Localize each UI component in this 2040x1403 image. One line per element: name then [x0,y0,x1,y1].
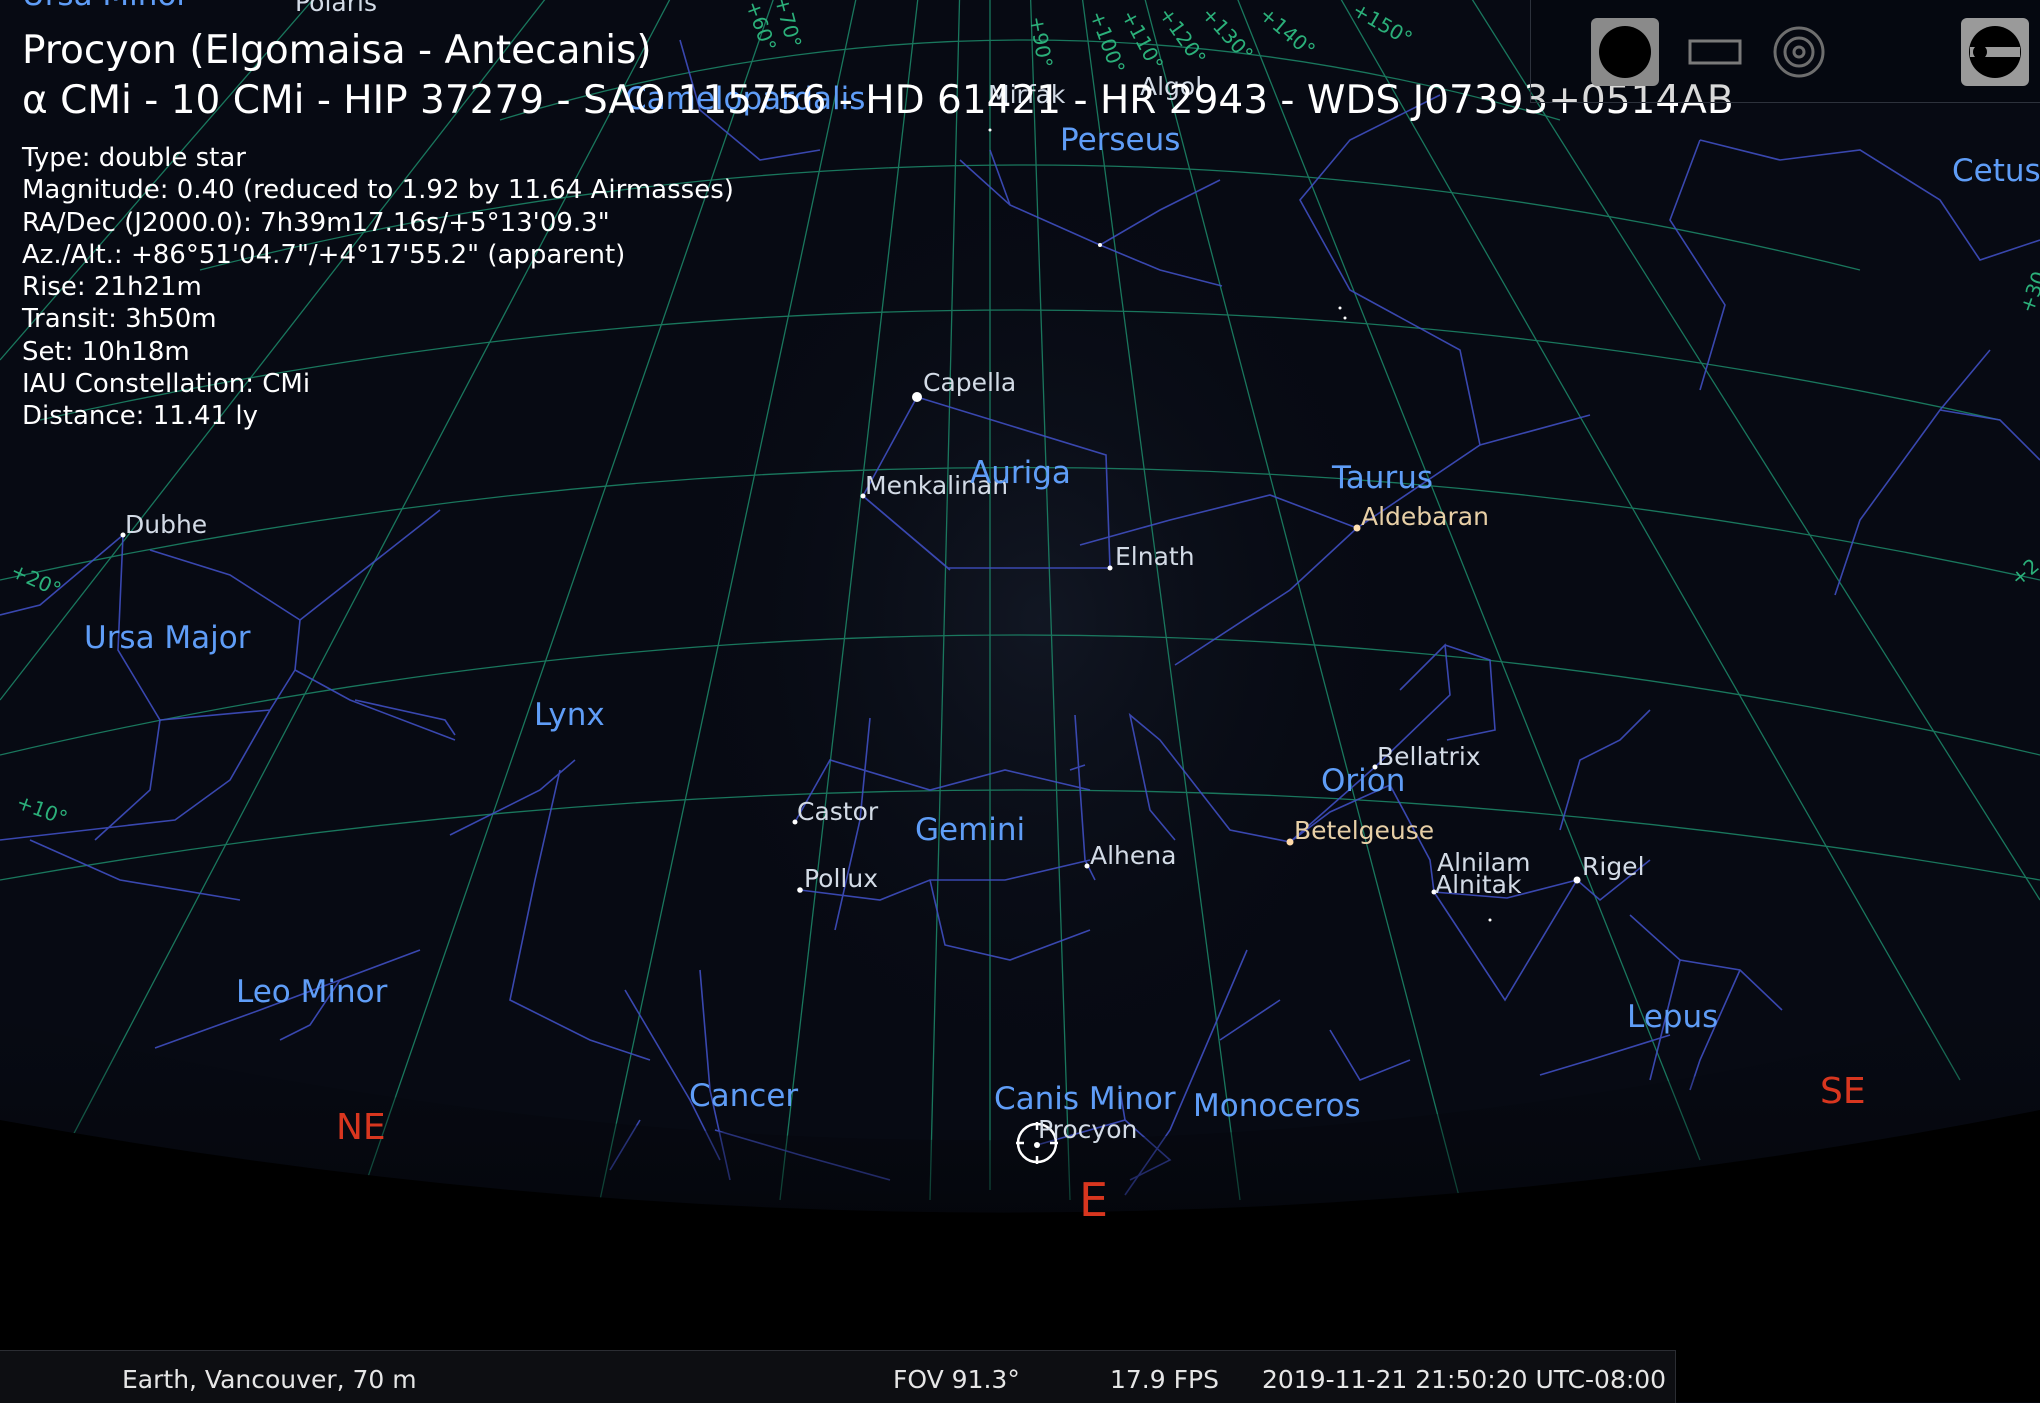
object-ra-dec: RA/Dec (J2000.0): 7h39m17.16s/+5°13'09.3… [22,207,610,238]
location-readout[interactable]: Earth, Vancouver, 70 m [122,1365,417,1394]
object-info-panel: Procyon (Elgomaisa - Antecanis) α CMi - … [22,26,1734,433]
constellation-label-canis-minor[interactable]: Canis Minor [994,1084,1176,1115]
star-pollux[interactable] [797,887,803,893]
fps-readout: 17.9 FPS [1110,1365,1219,1394]
constellation-label-gemini[interactable]: Gemini [915,815,1025,846]
constellation-label-monoceros[interactable]: Monoceros [1193,1091,1361,1122]
plugin-toolbar [1530,0,2040,103]
constellation-label-cetus[interactable]: Cetus [1952,156,2040,187]
constellation-label-auriga[interactable]: Auriga [970,458,1071,489]
object-constellation: IAU Constellation: CMi [22,369,311,400]
constellation-label-ursa-minor[interactable]: Ursa Minor [22,0,189,11]
object-designations: α CMi - 10 CMi - HIP 37279 - SAO 115756 … [22,78,1734,123]
star-label-aldebaran[interactable]: Aldebaran [1361,504,1489,529]
object-rise: Rise: 21h21m [22,272,202,303]
star-label-alnitak[interactable]: Alnitak [1435,872,1521,897]
constellation-label-cancer[interactable]: Cancer [689,1081,798,1112]
ocular-view-button[interactable] [1961,18,2029,86]
constellation-label-ursa-major[interactable]: Ursa Major [84,623,251,654]
datetime-readout[interactable]: 2019-11-21 21:50:20 UTC-08:00 [1262,1365,1666,1394]
object-distance: Distance: 11.41 ly [22,401,259,432]
planet-button[interactable] [1591,18,1659,86]
star-label-rigel[interactable]: Rigel [1582,854,1645,879]
object-transit: Transit: 3h50m [22,304,217,335]
constellation-label-orion[interactable]: Orion [1321,766,1405,797]
sphere-icon [1599,26,1651,78]
star-label-procyon[interactable]: Procyon [1038,1117,1137,1142]
star-label-alhena[interactable]: Alhena [1090,843,1176,868]
constellation-label-lepus[interactable]: Lepus [1627,1002,1718,1033]
star-elnath[interactable] [1107,565,1113,571]
star-label-elnath[interactable]: Elnath [1115,544,1195,569]
telrad-button[interactable] [1765,18,1833,86]
constellation-label-taurus[interactable]: Taurus [1332,463,1433,494]
cardinal-southeast: SE [1820,1071,1866,1112]
fov-readout: FOV 91.3° [893,1365,1020,1394]
star-alhena[interactable] [1084,863,1090,869]
object-magnitude: Magnitude: 0.40 (reduced to 1.92 by 11.6… [22,175,734,206]
constellation-label-leo-minor[interactable]: Leo Minor [236,977,387,1008]
object-set: Set: 10h18m [22,336,190,367]
object-az-alt: Az./Alt.: +86°51'04.7"/+4°17'55.2" (appa… [22,239,626,270]
star-label-dubhe[interactable]: Dubhe [125,512,207,537]
cardinal-east: E [1079,1173,1109,1227]
ocular-icon [1969,26,2021,78]
star-label-polaris[interactable]: Polaris [295,0,377,15]
star-rigel[interactable] [1573,876,1581,884]
object-type: Type: double star [22,143,246,173]
telrad-icon [1773,26,1825,78]
star-label-castor[interactable]: Castor [797,799,878,824]
ocular-ccd-button[interactable] [1681,18,1749,86]
object-title: Procyon (Elgomaisa - Antecanis) [22,28,652,73]
status-bar: Earth, Vancouver, 70 m FOV 91.3° 17.9 FP… [0,1350,1676,1403]
star-label-pollux[interactable]: Pollux [804,866,878,891]
object-details: Type: double star Magnitude: 0.40 (reduc… [22,142,1734,433]
constellation-label-lynx[interactable]: Lynx [534,700,605,731]
star-aldebaran[interactable] [1353,524,1361,532]
star-betelgeuse[interactable] [1286,838,1294,846]
ccd-frame-icon [1688,39,1742,65]
star-label-betelgeuse[interactable]: Betelgeuse [1294,818,1434,843]
star-faint [1488,918,1492,922]
cardinal-northeast: NE [336,1107,386,1148]
